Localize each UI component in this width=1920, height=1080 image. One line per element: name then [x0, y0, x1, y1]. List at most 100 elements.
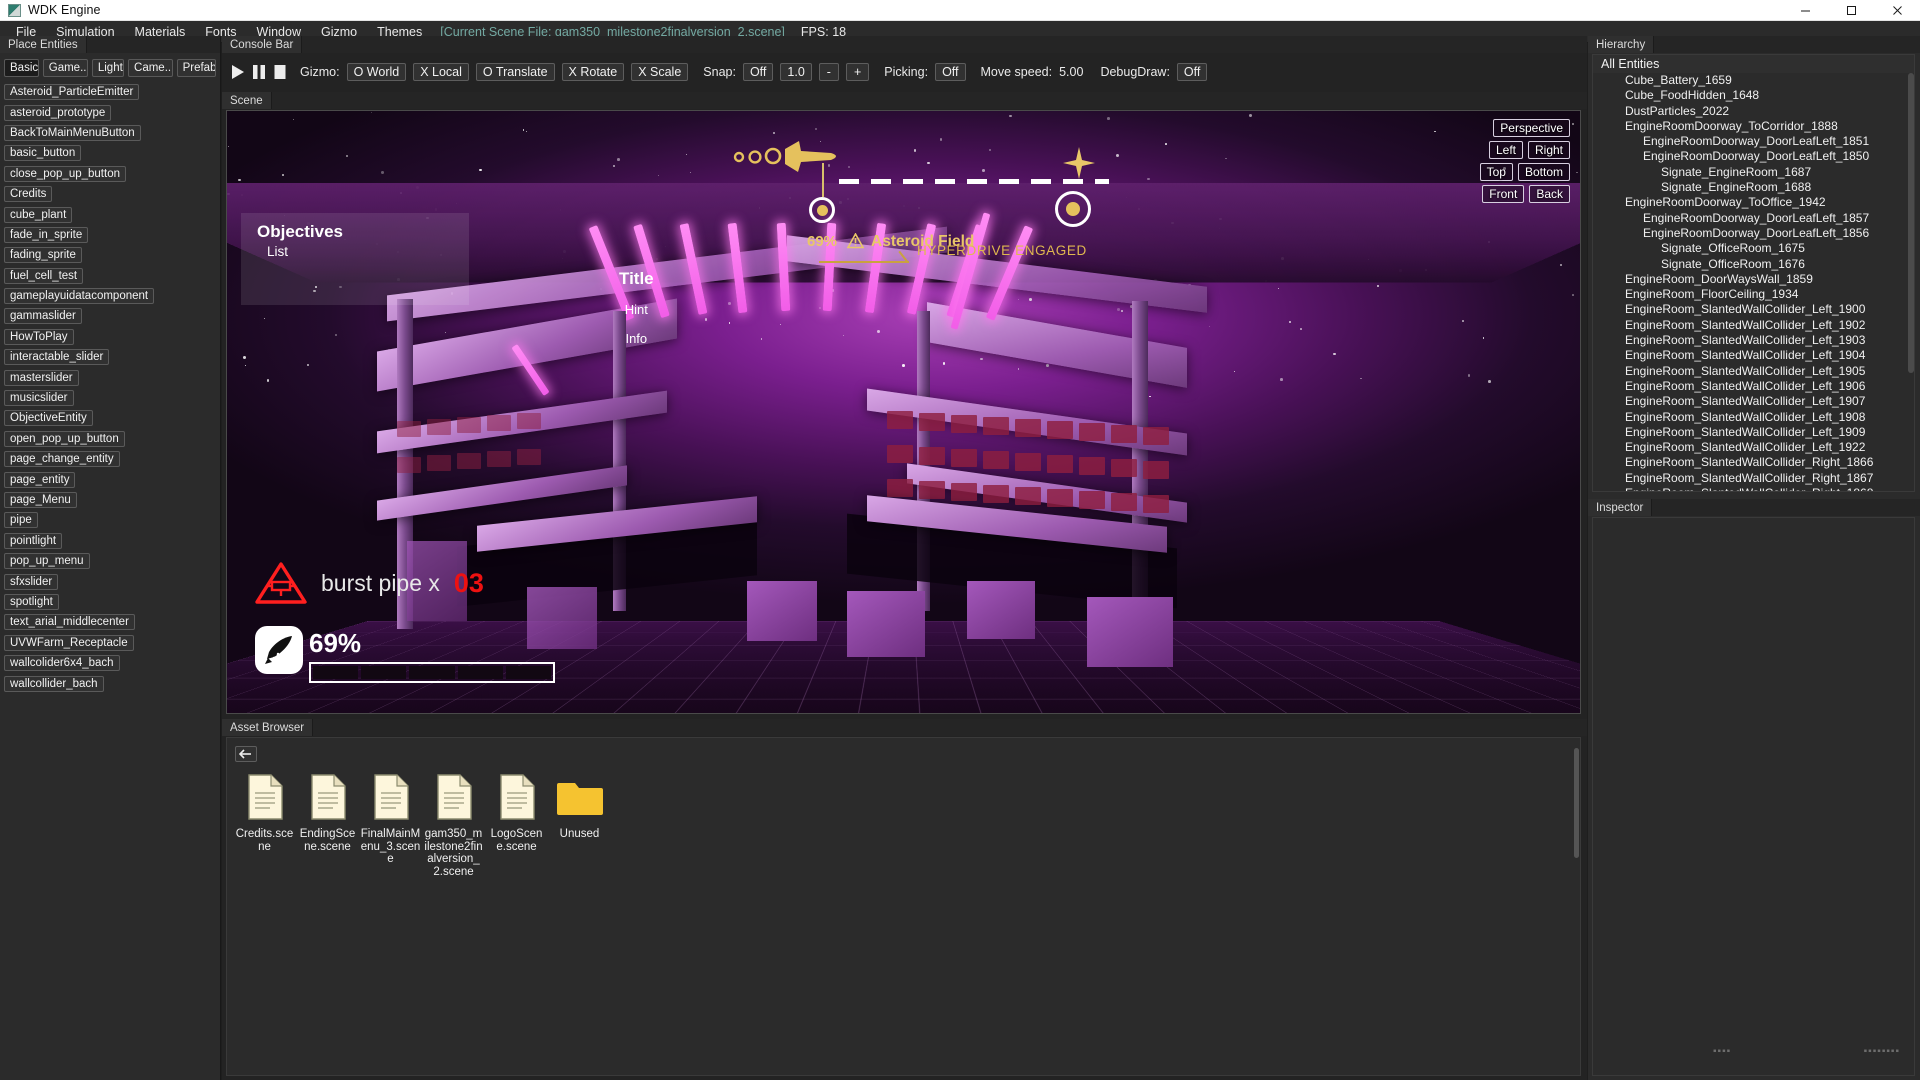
hierarchy-item[interactable]: Signate_OfficeRoom_1676 [1593, 257, 1914, 272]
tab-place-entities[interactable]: Place Entities [0, 36, 87, 53]
entity-item-musicslider[interactable]: musicslider [4, 390, 74, 407]
pause-icon[interactable] [252, 64, 266, 80]
hierarchy-item[interactable]: Cube_FoodHidden_1648 [1593, 88, 1914, 103]
entity-item-spotlight[interactable]: spotlight [4, 593, 59, 610]
entity-item-credits[interactable]: Credits [4, 186, 53, 203]
hierarchy-body[interactable]: All Entities Cube_Battery_1659 Cube_FoodH… [1592, 54, 1915, 492]
gizmo-translate-button[interactable]: O Translate [475, 63, 555, 81]
entity-item-asteroid_prototype[interactable]: asteroid_prototype [4, 104, 112, 121]
entity-item-howtoplay[interactable]: HowToPlay [4, 328, 74, 345]
back-icon[interactable] [235, 746, 257, 762]
hierarchy-item[interactable]: EngineRoom_SlantedWallCollider_Left_1906 [1593, 379, 1914, 394]
asset-item[interactable]: EndingScene.scene [296, 772, 359, 878]
entity-item-pipe[interactable]: pipe [4, 512, 38, 529]
entity-category-came[interactable]: Came... [128, 59, 173, 77]
entity-item-fade_in_sprite[interactable]: fade_in_sprite [4, 226, 89, 243]
asset-item[interactable]: FinalMainMenu_3.scene [359, 772, 422, 878]
entity-item-page_entity[interactable]: page_entity [4, 471, 76, 488]
hierarchy-item[interactable]: EngineRoom_SlantedWallCollider_Left_1900 [1593, 302, 1914, 317]
tab-hierarchy[interactable]: Hierarchy [1588, 36, 1655, 53]
hierarchy-item[interactable]: EngineRoomDoorway_DoorLeafLeft_1856 [1593, 226, 1914, 241]
entity-item-page_change_entity[interactable]: page_change_entity [4, 451, 120, 468]
entity-item-open_pop_up_button[interactable]: open_pop_up_button [4, 430, 125, 447]
gizmo-rotate-button[interactable]: X Rotate [561, 63, 625, 81]
asset-browser-scrollbar[interactable] [1574, 748, 1579, 858]
hierarchy-item[interactable]: EngineRoom_SlantedWallCollider_Right_186… [1593, 455, 1914, 470]
entity-category-basic[interactable]: Basic [4, 59, 39, 77]
scene-viewport-frame[interactable]: Perspective Left Right Top Bottom Front … [226, 110, 1581, 714]
hierarchy-item[interactable]: Signate_OfficeRoom_1675 [1593, 241, 1914, 256]
entity-item-objectiveentity[interactable]: ObjectiveEntity [4, 410, 93, 427]
hierarchy-item[interactable]: DustParticles_2022 [1593, 104, 1914, 119]
hierarchy-item[interactable]: Signate_EngineRoom_1688 [1593, 180, 1914, 195]
entity-item-pop_up_menu[interactable]: pop_up_menu [4, 553, 90, 570]
play-icon[interactable] [230, 64, 245, 80]
entity-item-cube_plant[interactable]: cube_plant [4, 206, 73, 223]
entity-item-gameplayuidatacomponent[interactable]: gameplayuidatacomponent [4, 288, 155, 305]
entity-item-page_menu[interactable]: page_Menu [4, 492, 77, 508]
scene-viewport[interactable]: Perspective Left Right Top Bottom Front … [227, 111, 1580, 713]
entity-item-pointlight[interactable]: pointlight [4, 532, 63, 549]
hierarchy-item[interactable]: EngineRoom_SlantedWallCollider_Right_186… [1593, 486, 1914, 491]
hierarchy-scrollbar[interactable] [1908, 73, 1914, 373]
hierarchy-item[interactable]: EngineRoomDoorway_DoorLeafLeft_1851 [1593, 134, 1914, 149]
entity-item-interactable_slider[interactable]: interactable_slider [4, 349, 110, 366]
entity-category-game[interactable]: Game... [42, 59, 88, 77]
snap-toggle-button[interactable]: Off [742, 63, 774, 81]
gizmo-scale-button[interactable]: X Scale [631, 63, 689, 81]
hierarchy-item[interactable]: EngineRoomDoorway_DoorLeafLeft_1850 [1593, 149, 1914, 164]
hierarchy-item[interactable]: EngineRoomDoorway_ToOffice_1942 [1593, 195, 1914, 210]
hierarchy-item[interactable]: Cube_Battery_1659 [1593, 73, 1914, 88]
minimize-icon[interactable] [1782, 0, 1828, 20]
close-icon[interactable] [1874, 0, 1920, 20]
hierarchy-item[interactable]: EngineRoomDoorway_ToCorridor_1888 [1593, 119, 1914, 134]
hierarchy-item[interactable]: EngineRoom_DoorWaysWall_1859 [1593, 272, 1914, 287]
snap-increase-button[interactable]: + [845, 63, 870, 81]
entity-item-close_pop_up_button[interactable]: close_pop_up_button [4, 165, 126, 182]
hierarchy-item[interactable]: EngineRoom_SlantedWallCollider_Left_1904 [1593, 348, 1914, 363]
entity-item-gammaslider[interactable]: gammaslider [4, 308, 82, 325]
entity-item-fuel_cell_test[interactable]: fuel_cell_test [4, 267, 84, 284]
snap-amount-value[interactable]: 1.0 [780, 63, 812, 81]
hierarchy-item[interactable]: EngineRoom_SlantedWallCollider_Left_1908 [1593, 410, 1914, 425]
debug-draw-toggle-button[interactable]: Off [1176, 63, 1208, 81]
hierarchy-list[interactable]: Cube_Battery_1659 Cube_FoodHidden_1648 Dus… [1593, 73, 1914, 491]
entity-item-wallcolider6x4_bach[interactable]: wallcolider6x4_bach [4, 655, 120, 672]
hierarchy-item[interactable]: EngineRoom_SlantedWallCollider_Left_1902 [1593, 318, 1914, 333]
hierarchy-item[interactable]: EngineRoom_SlantedWallCollider_Left_1909 [1593, 425, 1914, 440]
move-speed-value[interactable]: 5.00 [1059, 65, 1083, 79]
entity-list[interactable]: Asteroid_ParticleEmitter asteroid_prototy… [0, 81, 220, 1080]
hierarchy-item[interactable]: EngineRoom_SlantedWallCollider_Right_186… [1593, 471, 1914, 486]
entity-category-prefab[interactable]: Prefab [176, 59, 217, 77]
entity-item-sfxslider[interactable]: sfxslider [4, 573, 59, 590]
inspector-body[interactable]: ▪▪▪▪ ▪▪▪▪▪▪▪▪ [1592, 517, 1915, 1076]
hierarchy-item[interactable]: EngineRoom_SlantedWallCollider_Left_1907 [1593, 394, 1914, 409]
hierarchy-item[interactable]: EngineRoomDoorway_DoorLeafLeft_1857 [1593, 211, 1914, 226]
gizmo-local-button[interactable]: X Local [413, 63, 469, 81]
hierarchy-item[interactable]: EngineRoom_SlantedWallCollider_Left_1905 [1593, 364, 1914, 379]
stop-icon[interactable] [273, 64, 287, 80]
entity-category-light[interactable]: Light [91, 59, 125, 77]
tab-scene[interactable]: Scene [222, 92, 272, 109]
entity-item-basic_button[interactable]: basic_button [4, 145, 82, 162]
asset-item[interactable]: Unused [548, 772, 611, 878]
asset-item[interactable]: gam350_milestone2finalversion_2.scene [422, 772, 485, 878]
hierarchy-item[interactable]: EngineRoom_SlantedWallCollider_Left_1903 [1593, 333, 1914, 348]
entity-item-masterslider[interactable]: masterslider [4, 369, 79, 386]
maximize-icon[interactable] [1828, 0, 1874, 20]
entity-item-asteroid_particleemitter[interactable]: Asteroid_ParticleEmitter [4, 84, 140, 101]
entity-item-wallcollider_bach[interactable]: wallcollider_bach [4, 675, 104, 692]
asset-item[interactable]: Credits.scene [233, 772, 296, 878]
asset-item[interactable]: LogoScene.scene [485, 772, 548, 878]
entity-item-fading_sprite[interactable]: fading_sprite [4, 247, 82, 264]
hierarchy-item[interactable]: EngineRoom_SlantedWallCollider_Left_1922 [1593, 440, 1914, 455]
snap-decrease-button[interactable]: - [818, 63, 839, 81]
hierarchy-root-item[interactable]: All Entities [1593, 55, 1914, 73]
hierarchy-item[interactable]: EngineRoom_FloorCeiling_1934 [1593, 287, 1914, 302]
entity-item-text_arial_middlecenter[interactable]: text_arial_middlecenter [4, 614, 135, 631]
hierarchy-item[interactable]: Signate_EngineRoom_1687 [1593, 165, 1914, 180]
tab-inspector[interactable]: Inspector [1588, 499, 1653, 516]
tab-console-bar[interactable]: Console Bar [222, 36, 303, 53]
tab-asset-browser[interactable]: Asset Browser [222, 719, 314, 736]
entity-item-backtomainmenubutton[interactable]: BackToMainMenuButton [4, 124, 141, 141]
